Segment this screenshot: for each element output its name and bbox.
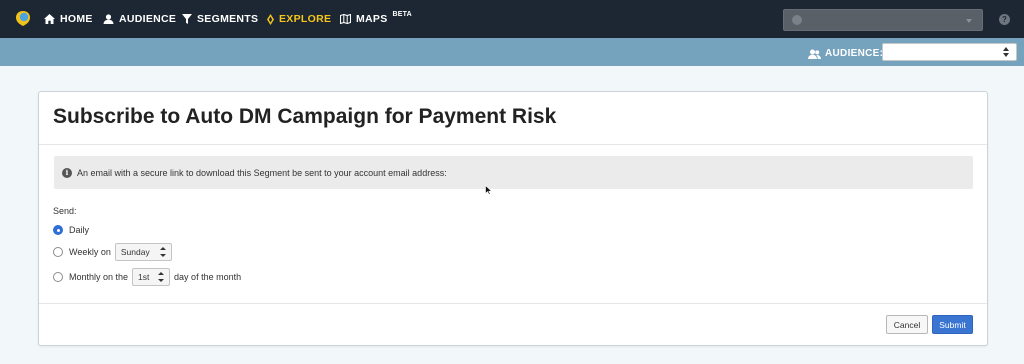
radio-monthly[interactable] <box>53 272 63 282</box>
select-arrows-icon <box>159 247 166 257</box>
nav-home-label: HOME <box>60 13 93 25</box>
nav-audience[interactable]: AUDIENCE <box>103 11 176 27</box>
map-icon <box>340 14 351 24</box>
mouse-pointer-icon <box>485 185 492 195</box>
submit-button[interactable]: Submit <box>932 315 973 334</box>
nav-segments[interactable]: SEGMENTS <box>182 11 258 27</box>
audience-label: AUDIENCE: <box>808 48 883 59</box>
option-monthly-label[interactable]: Monthly on the <box>69 272 128 282</box>
account-select[interactable] <box>783 9 983 31</box>
cancel-button[interactable]: Cancel <box>886 315 928 334</box>
monthly-suffix-label: day of the month <box>174 272 242 282</box>
option-monthly[interactable]: Monthly on the 1st day of the month <box>53 268 241 286</box>
account-avatar <box>792 15 802 25</box>
panel-footer-divider <box>39 303 987 304</box>
nav-explore-label: EXPLORE <box>279 13 332 25</box>
option-daily-label[interactable]: Daily <box>69 225 89 235</box>
beta-badge: BETA <box>392 10 412 18</box>
option-daily[interactable]: Daily <box>53 225 89 235</box>
compass-icon <box>267 13 274 25</box>
info-text: An email with a secure link to download … <box>77 167 447 178</box>
radio-daily[interactable] <box>53 225 63 235</box>
chevron-down-icon <box>966 19 972 23</box>
nav-home[interactable]: HOME <box>44 11 93 27</box>
send-label: Send: <box>53 206 77 216</box>
nav-segments-label: SEGMENTS <box>197 13 259 25</box>
monthly-day-select[interactable]: 1st <box>132 268 171 286</box>
user-icon <box>103 14 114 24</box>
users-icon <box>808 49 821 59</box>
weekly-day-value: Sunday <box>120 247 150 257</box>
weekly-day-select[interactable]: Sunday <box>114 243 172 261</box>
subscribe-panel: Subscribe to Auto DM Campaign for Paymen… <box>38 91 988 346</box>
page-title: Subscribe to Auto DM Campaign for Paymen… <box>53 105 557 128</box>
monthly-day-value: 1st <box>138 272 150 282</box>
filter-icon <box>182 14 192 24</box>
audience-bar: AUDIENCE: <box>0 38 1024 66</box>
option-weekly[interactable]: Weekly on Sunday <box>53 243 176 261</box>
nav-explore[interactable]: EXPLORE <box>267 11 331 27</box>
info-alert: i An email with a secure link to downloa… <box>54 156 973 189</box>
info-icon: i <box>62 167 72 178</box>
select-arrows-icon <box>1003 47 1010 57</box>
audience-label-text: AUDIENCE: <box>825 48 884 59</box>
panel-header: Subscribe to Auto DM Campaign for Paymen… <box>39 92 987 145</box>
nav-audience-label: AUDIENCE <box>119 13 177 25</box>
nav-maps-label: MAPS <box>356 13 388 25</box>
option-weekly-label[interactable]: Weekly on <box>69 247 111 257</box>
radio-weekly[interactable] <box>53 247 63 257</box>
audience-select[interactable] <box>882 43 1017 61</box>
logo-icon[interactable] <box>15 10 31 27</box>
home-icon <box>44 14 55 24</box>
select-arrows-icon <box>158 272 165 282</box>
top-navbar: HOME AUDIENCE SEGMENTS EXPLORE MAPS BETA… <box>0 0 1024 38</box>
nav-maps[interactable]: MAPS BETA <box>340 11 412 27</box>
help-icon[interactable]: ? <box>999 14 1010 25</box>
